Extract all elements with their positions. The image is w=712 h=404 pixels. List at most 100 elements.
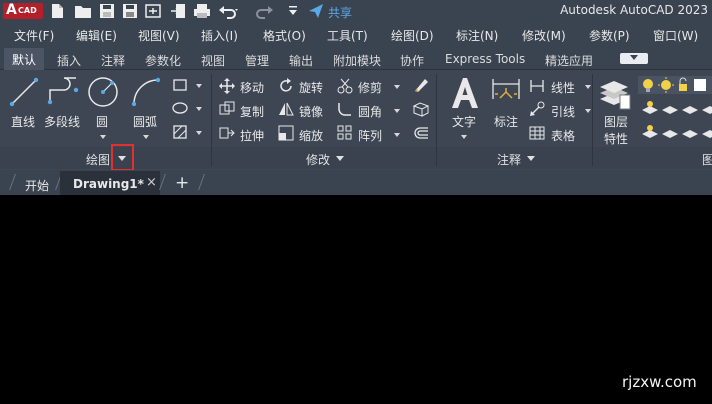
linear-dropdown-icon[interactable] <box>585 85 591 89</box>
ribbon-minimize-toggle[interactable] <box>620 53 648 64</box>
modify-panel-title[interactable]: 修改 <box>306 151 330 168</box>
save-icon[interactable] <box>99 3 115 19</box>
offset-icon[interactable] <box>412 125 430 141</box>
tab-output[interactable]: 输出 <box>289 52 313 69</box>
circle-tool-label[interactable]: 圆 <box>96 113 108 130</box>
text-dropdown-icon[interactable] <box>461 135 467 139</box>
tab-default[interactable]: 默认 <box>4 48 45 70</box>
undo-icon[interactable] <box>218 3 240 19</box>
table-label[interactable]: 表格 <box>551 127 575 144</box>
web-open-icon[interactable] <box>145 3 161 19</box>
redo-icon[interactable] <box>254 3 276 19</box>
tab-express-tools[interactable]: Express Tools <box>445 52 525 66</box>
rectangle-dropdown-icon[interactable] <box>196 84 202 88</box>
print-icon[interactable] <box>193 3 211 19</box>
layer-dropdown-icons[interactable] <box>638 76 712 94</box>
leader-icon[interactable] <box>529 101 545 117</box>
menu-insert[interactable]: 插入(I) <box>201 27 238 44</box>
menu-draw[interactable]: 绘图(D) <box>391 27 434 44</box>
tab-view[interactable]: 视图 <box>201 52 225 69</box>
arc-tool-label[interactable]: 圆弧 <box>133 113 157 130</box>
trim-dropdown-icon[interactable] <box>394 85 400 89</box>
menu-edit[interactable]: 编辑(E) <box>76 27 117 44</box>
erase-icon[interactable] <box>412 76 430 94</box>
mirror-icon[interactable] <box>278 101 294 117</box>
circle-dropdown-icon[interactable] <box>100 135 106 139</box>
fillet-icon[interactable] <box>337 101 353 117</box>
fillet-dropdown-icon[interactable] <box>394 109 400 113</box>
scale-label[interactable]: 缩放 <box>299 127 323 144</box>
dimension-tool-icon[interactable] <box>490 76 522 108</box>
fillet-label[interactable]: 圆角 <box>358 103 382 120</box>
tab-collaborate[interactable]: 协作 <box>400 52 424 69</box>
text-tool-label[interactable]: 文字 <box>452 113 476 130</box>
menu-dimension[interactable]: 标注(N) <box>456 27 498 44</box>
hatch-tool-icon[interactable] <box>172 101 188 115</box>
copy-icon[interactable] <box>219 101 235 117</box>
hatch-dropdown-icon[interactable] <box>196 107 202 111</box>
menu-file[interactable]: 文件(F) <box>14 27 54 44</box>
open-folder-icon[interactable] <box>74 3 92 19</box>
explode-icon[interactable] <box>412 101 430 117</box>
polyline-tool-label[interactable]: 多段线 <box>44 113 80 130</box>
new-tab-button[interactable]: + <box>175 173 189 193</box>
customize-dropdown-icon[interactable] <box>288 3 298 19</box>
rectangle-tool-icon[interactable] <box>172 78 188 92</box>
scale-icon[interactable] <box>278 125 294 141</box>
menu-format[interactable]: 格式(O) <box>263 27 306 44</box>
layer-tool-label-line2[interactable]: 特性 <box>604 130 628 147</box>
layer-tool-label[interactable]: 图层 <box>604 113 628 130</box>
linear-label[interactable]: 线性 <box>551 79 575 96</box>
close-tab-icon[interactable]: × <box>146 175 157 190</box>
copy-label[interactable]: 复制 <box>240 103 264 120</box>
modify-panel-expand-icon[interactable] <box>336 156 344 161</box>
trim-icon[interactable] <box>337 78 353 94</box>
tab-featured-apps[interactable]: 精选应用 <box>545 52 593 69</box>
share-icon[interactable] <box>308 3 324 19</box>
rotate-icon[interactable] <box>278 78 294 94</box>
table-icon[interactable] <box>529 125 545 141</box>
polyline-tool-icon[interactable] <box>46 76 80 108</box>
dimension-tool-label[interactable]: 标注 <box>494 113 518 130</box>
layers-panel-title[interactable]: 图 <box>702 151 712 168</box>
tab-start[interactable]: 开始 <box>25 177 49 194</box>
tab-insert[interactable]: 插入 <box>57 52 81 69</box>
new-file-icon[interactable] <box>50 3 64 19</box>
array-label[interactable]: 阵列 <box>358 127 382 144</box>
app-logo[interactable]: A CAD <box>3 2 43 19</box>
draw-panel-title[interactable]: 绘图 <box>86 151 110 168</box>
tab-drawing1-label[interactable]: Drawing1* <box>73 177 144 191</box>
move-label[interactable]: 移动 <box>240 79 264 96</box>
text-tool-icon[interactable] <box>449 76 481 110</box>
tab-manage[interactable]: 管理 <box>245 52 269 69</box>
array-icon[interactable] <box>337 125 353 141</box>
stretch-label[interactable]: 拉伸 <box>240 127 264 144</box>
menu-tools[interactable]: 工具(T) <box>327 27 368 44</box>
menu-window[interactable]: 窗口(W) <box>653 27 698 44</box>
gradient-dropdown-icon[interactable] <box>196 131 202 135</box>
menu-view[interactable]: 视图(V) <box>138 27 180 44</box>
array-dropdown-icon[interactable] <box>394 133 400 137</box>
layer-tools-row2-icons[interactable] <box>640 124 712 140</box>
linear-dimension-icon[interactable] <box>529 78 545 94</box>
leader-dropdown-icon[interactable] <box>585 109 591 113</box>
drawing-canvas[interactable] <box>0 195 712 404</box>
arc-tool-icon[interactable] <box>130 76 162 108</box>
layer-properties-icon[interactable] <box>598 77 632 111</box>
gradient-tool-icon[interactable] <box>172 124 188 140</box>
line-tool-label[interactable]: 直线 <box>11 113 35 130</box>
menu-modify[interactable]: 修改(M) <box>522 27 566 44</box>
web-save-icon[interactable] <box>170 3 186 19</box>
leader-label[interactable]: 引线 <box>551 103 575 120</box>
annotation-panel-expand-icon[interactable] <box>527 156 535 161</box>
save-as-icon[interactable] <box>122 3 138 19</box>
arc-dropdown-icon[interactable] <box>143 135 149 139</box>
tab-parametric[interactable]: 参数化 <box>145 52 181 69</box>
share-label[interactable]: 共享 <box>328 4 352 21</box>
move-icon[interactable] <box>219 78 235 94</box>
menu-parametric[interactable]: 参数(P) <box>589 27 630 44</box>
line-tool-icon[interactable] <box>8 76 40 108</box>
trim-label[interactable]: 修剪 <box>358 79 382 96</box>
tab-addins[interactable]: 附加模块 <box>333 52 381 69</box>
stretch-icon[interactable] <box>219 125 235 141</box>
